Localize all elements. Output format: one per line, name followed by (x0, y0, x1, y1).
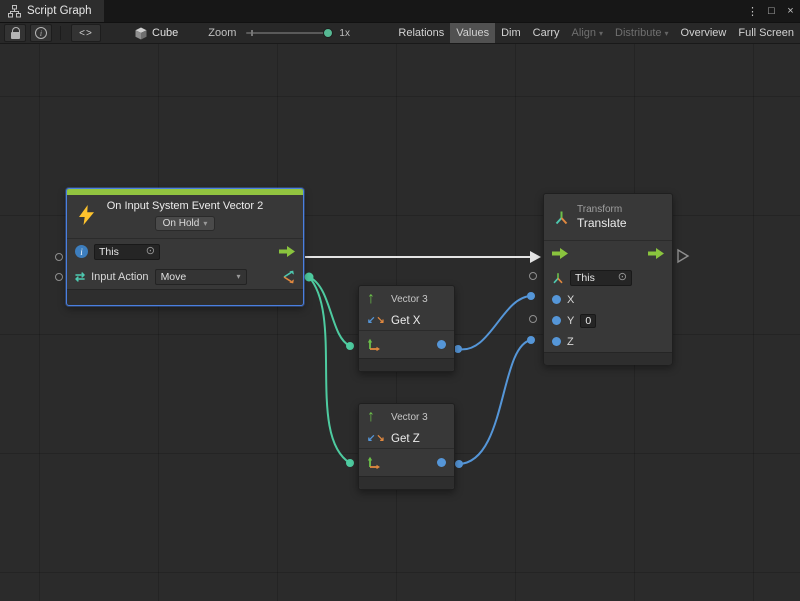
zoom-control: Zoom 1x (208, 27, 350, 39)
translate-z-row: Z (544, 331, 672, 352)
chevron-down-icon: ▾ (665, 29, 669, 38)
tab-label: Script Graph (27, 5, 92, 17)
graph-toolbar: i <> Cube Zoom 1x Relations Values Dim C (0, 22, 800, 44)
full-screen-button[interactable]: Full Screen (732, 23, 800, 43)
get-x-footer (359, 358, 454, 371)
translate-x-row: X (544, 289, 672, 310)
window-controls: ⋮ □ × (743, 0, 800, 22)
titlebar: Script Graph ⋮ □ × (0, 0, 800, 22)
toolbar-separator (60, 26, 61, 40)
close-icon[interactable]: × (781, 0, 800, 22)
tab-script-graph[interactable]: Script Graph (0, 0, 104, 22)
node-transform-translate[interactable]: Transform Translate This ⊙ X Y 0 (543, 193, 673, 365)
axis-gizmo-icon (552, 272, 564, 284)
script-graph-window: { "titlebar": { "tab_label": "Script Gra… (0, 0, 800, 601)
node-type-label: Vector 3 (391, 294, 448, 305)
event-node-footer (67, 289, 303, 305)
node-on-input-system-event[interactable]: On Input System Event Vector 2 On Hold ▾… (66, 188, 304, 306)
translate-y-external-port[interactable] (529, 315, 537, 323)
translate-flow-row (544, 241, 672, 266)
target-icon: ⊙ (146, 246, 155, 257)
input-action-dropdown[interactable]: Move ▾ (155, 269, 247, 285)
get-z-body-row (359, 449, 454, 476)
event-action-external-port[interactable] (55, 273, 63, 281)
info-button[interactable]: i (30, 24, 52, 42)
zoom-slider[interactable] (246, 32, 332, 34)
node-vector3-get-z[interactable]: ↑ Vector 3 ↙ ↘ Get Z (358, 403, 455, 490)
transform-node-footer (544, 352, 672, 365)
x-port-dot[interactable] (552, 295, 561, 304)
get-component-icon: ↙ ↘ (367, 434, 391, 444)
vector2-output-icon[interactable] (282, 270, 295, 284)
dim-button[interactable]: Dim (495, 23, 527, 43)
node-title: Translate (577, 216, 627, 230)
y-port-dot[interactable] (552, 316, 561, 325)
node-type-label: Vector 3 (391, 412, 448, 423)
get-component-icon: ↙ ↘ (367, 316, 391, 326)
get-z-footer (359, 476, 454, 489)
node-vector3-get-x[interactable]: ↑ Vector 3 ↙ ↘ Get X (358, 285, 455, 372)
on-hold-dropdown[interactable]: On Hold ▾ (155, 216, 216, 231)
distribute-button: Distribute ▾ (609, 23, 674, 43)
target-name: Cube (152, 27, 178, 39)
node-title: Get X (391, 315, 448, 327)
values-button[interactable]: Values (450, 23, 495, 43)
code-icon: <> (79, 28, 93, 39)
transform-node-header: Transform Translate (544, 194, 672, 241)
flow-output-arrow-icon[interactable] (648, 248, 664, 259)
lock-icon (11, 32, 20, 39)
get-z-header: ↑ Vector 3 ↙ ↘ Get Z (359, 404, 454, 449)
translate-this-row: This ⊙ (544, 266, 672, 289)
zoom-value: 1x (339, 28, 350, 39)
get-x-header: ↑ Vector 3 ↙ ↘ Get X (359, 286, 454, 331)
node-title: Get Z (391, 433, 448, 445)
script-graph-icon (8, 5, 21, 18)
zoom-slider-tick (251, 30, 253, 36)
cube-icon (135, 27, 147, 40)
info-icon: i (35, 27, 47, 39)
info-icon: i (75, 245, 88, 258)
event-this-row: i This ⊙ (67, 239, 303, 264)
this-field[interactable]: This ⊙ (94, 244, 160, 260)
vector3-icon: ↑ (367, 409, 391, 425)
translate-y-row: Y 0 (544, 310, 672, 331)
lock-button[interactable] (4, 24, 26, 42)
get-x-body-row (359, 331, 454, 358)
carry-button[interactable]: Carry (527, 23, 566, 43)
vector3-input-icon[interactable] (367, 338, 380, 351)
event-node-header: On Input System Event Vector 2 On Hold ▾ (67, 195, 303, 239)
node-title: On Input System Event Vector 2 (67, 195, 303, 212)
vector3-icon: ↑ (367, 291, 391, 307)
target-icon: ⊙ (618, 272, 627, 283)
translate-this-external-port[interactable] (529, 272, 537, 280)
zoom-label: Zoom (208, 27, 236, 39)
y-value-field[interactable]: 0 (580, 314, 596, 328)
get-z-output-dot[interactable] (437, 458, 446, 467)
maximize-icon[interactable]: □ (762, 0, 781, 22)
transform-icon (554, 210, 569, 225)
this-field[interactable]: This ⊙ (570, 270, 632, 286)
chevron-down-icon: ▾ (599, 29, 603, 38)
chevron-down-icon: ▾ (237, 272, 241, 281)
graph-target[interactable]: Cube (135, 27, 178, 40)
input-action-icon: ⇄ (75, 271, 85, 283)
get-x-output-dot[interactable] (437, 340, 446, 349)
toolbar-buttons: Relations Values Dim Carry Align ▾ Distr… (392, 23, 800, 43)
flow-output-arrow-icon[interactable] (279, 246, 295, 257)
z-port-dot[interactable] (552, 337, 561, 346)
zoom-slider-handle[interactable] (323, 28, 333, 38)
flow-input-arrow-icon[interactable] (552, 248, 568, 259)
event-action-row: ⇄ Input Action Move ▾ (67, 264, 303, 289)
chevron-down-icon: ▾ (203, 219, 207, 228)
event-this-external-port[interactable] (55, 253, 63, 261)
node-type-label: Transform (577, 204, 627, 215)
vector3-input-icon[interactable] (367, 456, 380, 469)
overview-button[interactable]: Overview (675, 23, 733, 43)
align-button: Align ▾ (566, 23, 609, 43)
relations-button[interactable]: Relations (392, 23, 450, 43)
kebab-menu-icon[interactable]: ⋮ (743, 0, 762, 22)
edit-code-button[interactable]: <> (71, 24, 101, 42)
